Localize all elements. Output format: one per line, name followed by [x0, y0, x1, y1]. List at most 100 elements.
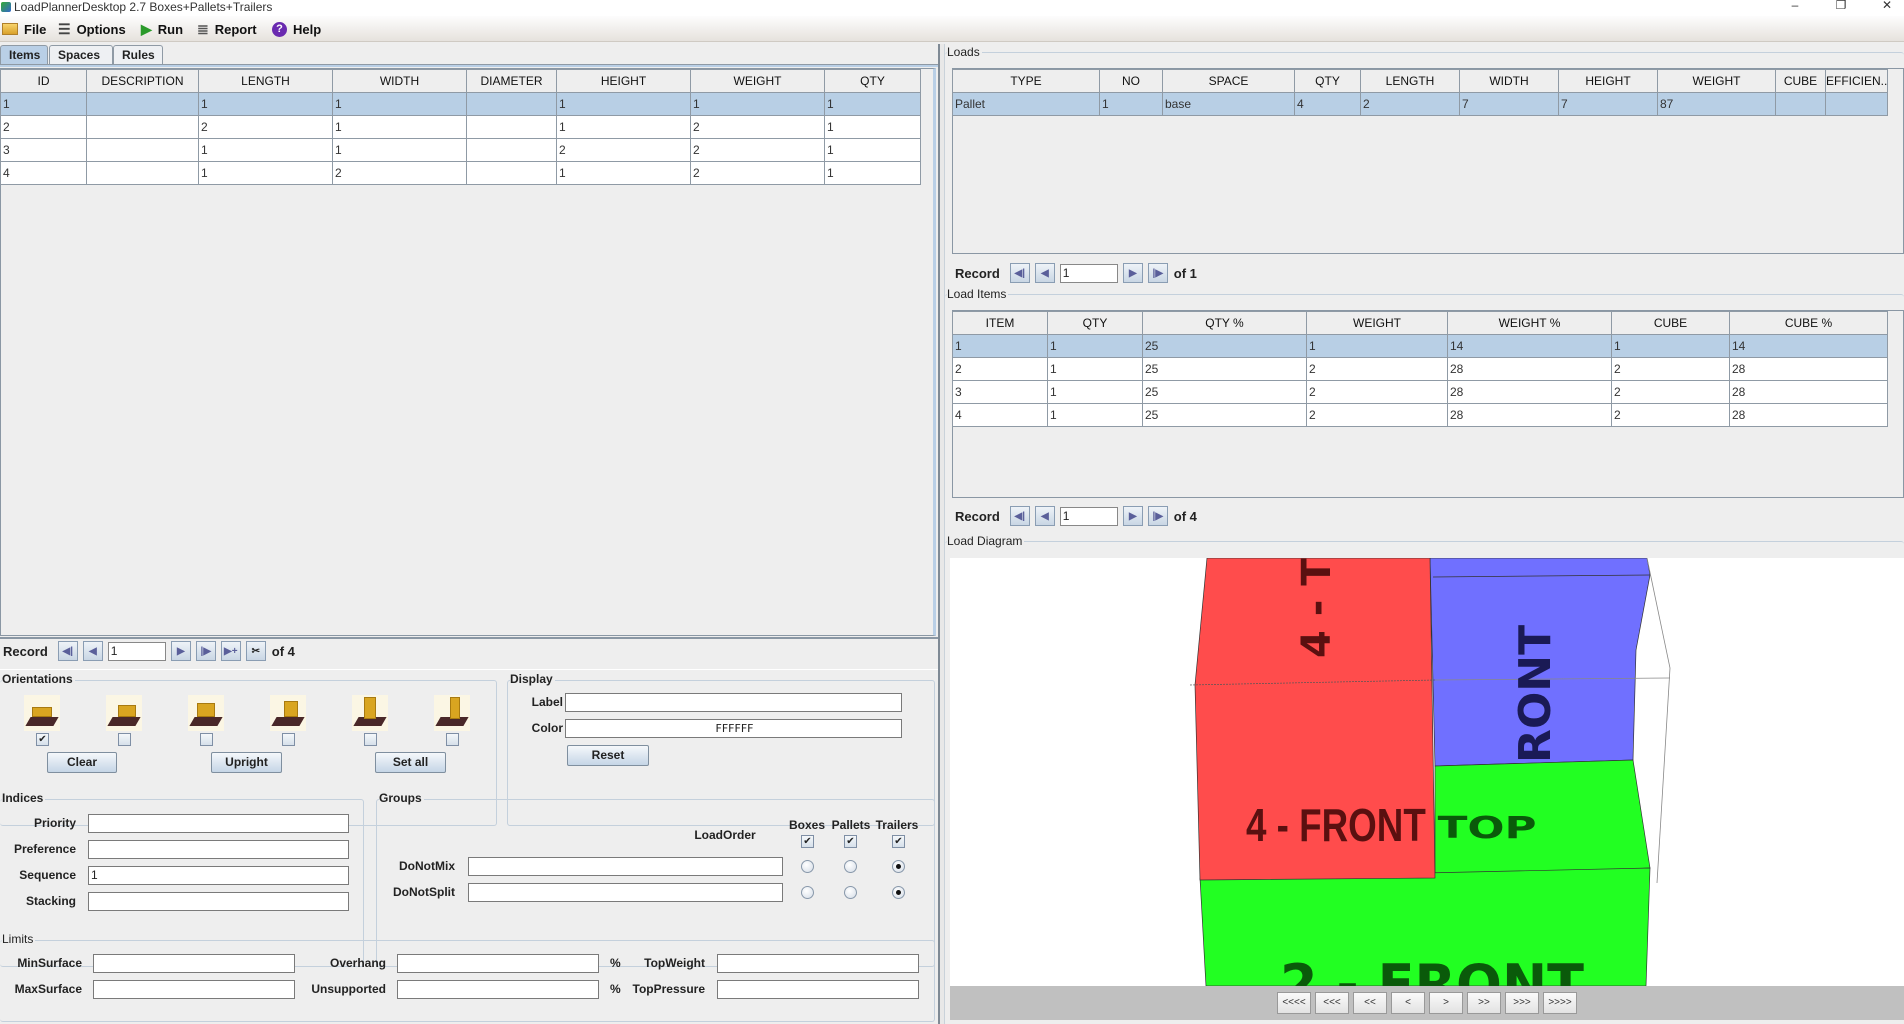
column-header[interactable]: WEIGHT % [1447, 311, 1612, 335]
orientation-image[interactable] [352, 695, 388, 731]
orientation-checkbox[interactable] [200, 733, 213, 746]
table-cell[interactable]: 1 [690, 92, 825, 116]
table-cell[interactable]: 14 [1447, 334, 1612, 358]
load-order-checkbox[interactable]: ✔ [892, 835, 905, 848]
table-cell[interactable]: 2 [556, 138, 691, 162]
table-cell[interactable]: 28 [1447, 380, 1612, 404]
column-header[interactable]: ID [0, 69, 87, 93]
delete-record-button[interactable]: ✂ [245, 641, 266, 661]
diagram-nav-button[interactable]: <<< [1315, 992, 1349, 1014]
table-cell[interactable] [86, 115, 199, 139]
table-cell[interactable]: 28 [1729, 403, 1888, 427]
next-record-button[interactable]: ▶ [1122, 263, 1143, 283]
menu-file[interactable]: File [2, 20, 46, 38]
column-header[interactable]: HEIGHT [1558, 69, 1658, 93]
column-header[interactable]: NO [1099, 69, 1163, 93]
table-cell[interactable]: 1 [0, 92, 87, 116]
table-cell[interactable]: 25 [1142, 403, 1307, 427]
table-cell[interactable]: 2 [952, 357, 1048, 381]
table-cell[interactable]: 1 [198, 92, 333, 116]
close-button[interactable]: ✕ [1872, 0, 1902, 14]
table-cell[interactable]: 4 [1294, 92, 1361, 116]
prev-record-button[interactable]: ◀ [1034, 263, 1055, 283]
column-header[interactable]: CUBE [1611, 311, 1730, 335]
menu-options[interactable]: ☰ Options [58, 20, 126, 38]
column-header[interactable]: TYPE [952, 69, 1100, 93]
column-header[interactable]: CUBE % [1729, 311, 1888, 335]
table-cell[interactable]: 25 [1142, 357, 1307, 381]
group-input[interactable] [468, 883, 783, 902]
orientation-checkbox[interactable] [364, 733, 377, 746]
table-cell[interactable]: 2 [690, 161, 825, 185]
table-cell[interactable]: 2 [1360, 92, 1460, 116]
table-cell[interactable]: 1 [824, 92, 921, 116]
record-input[interactable]: 1 [1059, 506, 1118, 526]
table-cell[interactable]: 1 [332, 92, 467, 116]
table-cell[interactable]: 2 [690, 138, 825, 162]
first-record-button[interactable]: ◀| [1009, 506, 1030, 526]
orientation-image[interactable] [24, 695, 60, 731]
group-radio[interactable] [892, 860, 905, 873]
index-input[interactable] [88, 814, 349, 833]
orientation-image[interactable] [188, 695, 224, 731]
column-header[interactable]: WIDTH [332, 69, 467, 93]
top-pressure-input[interactable] [717, 980, 919, 999]
load-order-checkbox[interactable]: ✔ [801, 835, 814, 848]
column-header[interactable]: CUBE [1775, 69, 1826, 93]
group-radio[interactable] [844, 886, 857, 899]
table-cell[interactable]: 1 [1047, 334, 1143, 358]
table-cell[interactable]: 2 [1306, 357, 1448, 381]
table-cell[interactable]: 28 [1447, 403, 1612, 427]
pane-divider[interactable] [938, 44, 945, 1024]
table-cell[interactable]: 3 [952, 380, 1048, 404]
tab-items[interactable]: Items [0, 45, 48, 64]
next-record-button[interactable]: ▶ [1122, 506, 1143, 526]
reset-button[interactable]: Reset [567, 745, 649, 766]
table-cell[interactable] [466, 138, 557, 162]
table-cell[interactable]: 1 [332, 138, 467, 162]
last-record-button[interactable]: |▶ [195, 641, 216, 661]
diagram-nav-button[interactable]: >>> [1505, 992, 1539, 1014]
minimize-button[interactable]: – [1780, 0, 1810, 14]
table-cell[interactable] [466, 115, 557, 139]
table-row[interactable]: 4 1 25 2 28 2 28 [952, 403, 1888, 427]
table-cell[interactable] [1825, 92, 1888, 116]
table-cell[interactable]: 1 [1047, 380, 1143, 404]
diagram-nav-button[interactable]: >>>> [1543, 992, 1577, 1014]
last-record-button[interactable]: |▶ [1147, 506, 1168, 526]
set-all-button[interactable]: Set all [375, 752, 446, 773]
unsupported-input[interactable] [397, 980, 599, 999]
orientation-image[interactable] [106, 695, 142, 731]
first-record-button[interactable]: ◀| [1009, 263, 1030, 283]
column-header[interactable]: HEIGHT [556, 69, 691, 93]
table-cell[interactable]: 1 [1099, 92, 1163, 116]
table-cell[interactable]: 2 [332, 161, 467, 185]
column-header[interactable]: WEIGHT [1306, 311, 1448, 335]
top-weight-input[interactable] [717, 954, 919, 973]
table-cell[interactable]: 2 [1611, 403, 1730, 427]
next-record-button[interactable]: ▶ [170, 641, 191, 661]
label-input[interactable] [565, 693, 902, 712]
load-order-checkbox[interactable]: ✔ [844, 835, 857, 848]
last-record-button[interactable]: |▶ [1147, 263, 1168, 283]
table-cell[interactable]: 1 [556, 161, 691, 185]
menu-help[interactable]: ? Help [272, 20, 321, 38]
index-input[interactable]: 1 [88, 866, 349, 885]
column-header[interactable]: WEIGHT [1657, 69, 1776, 93]
table-cell[interactable]: 1 [1611, 334, 1730, 358]
column-header[interactable]: DESCRIPTION [86, 69, 199, 93]
orientation-checkbox[interactable] [446, 733, 459, 746]
table-row[interactable]: 412121 [0, 161, 921, 185]
column-header[interactable]: QTY % [1142, 311, 1307, 335]
tab-rules[interactable]: Rules [113, 45, 163, 64]
index-input[interactable] [88, 892, 349, 911]
column-header[interactable]: SPACE [1162, 69, 1295, 93]
min-surface-input[interactable] [93, 954, 295, 973]
table-cell[interactable]: 1 [198, 161, 333, 185]
column-header[interactable]: QTY [1294, 69, 1361, 93]
table-cell[interactable]: 87 [1657, 92, 1776, 116]
group-input[interactable] [468, 857, 783, 876]
table-cell[interactable]: 28 [1729, 357, 1888, 381]
table-cell[interactable]: 1 [952, 334, 1048, 358]
table-cell[interactable]: 3 [0, 138, 87, 162]
